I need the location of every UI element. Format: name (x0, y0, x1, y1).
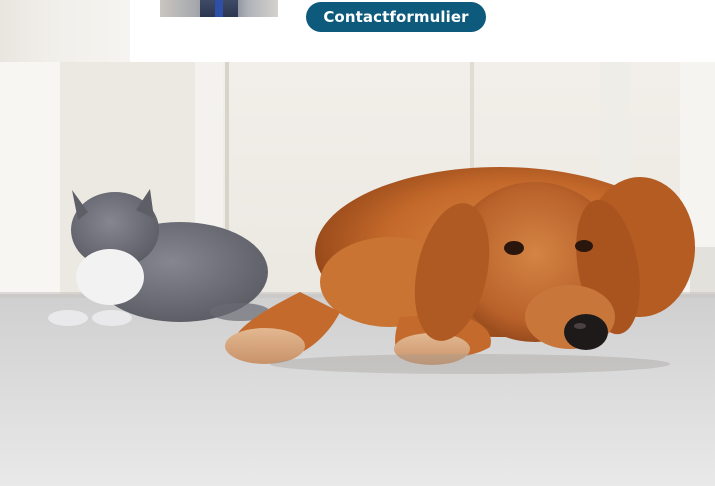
header-background-edge (0, 0, 130, 62)
header-strip: Contactformulier (0, 0, 715, 62)
pets-photo (0, 62, 715, 486)
avatar-tie (215, 0, 223, 17)
avatar (160, 0, 278, 17)
contact-form-button[interactable]: Contactformulier (306, 2, 486, 32)
page: Contactformulier (0, 0, 715, 486)
hero-image (0, 62, 715, 486)
